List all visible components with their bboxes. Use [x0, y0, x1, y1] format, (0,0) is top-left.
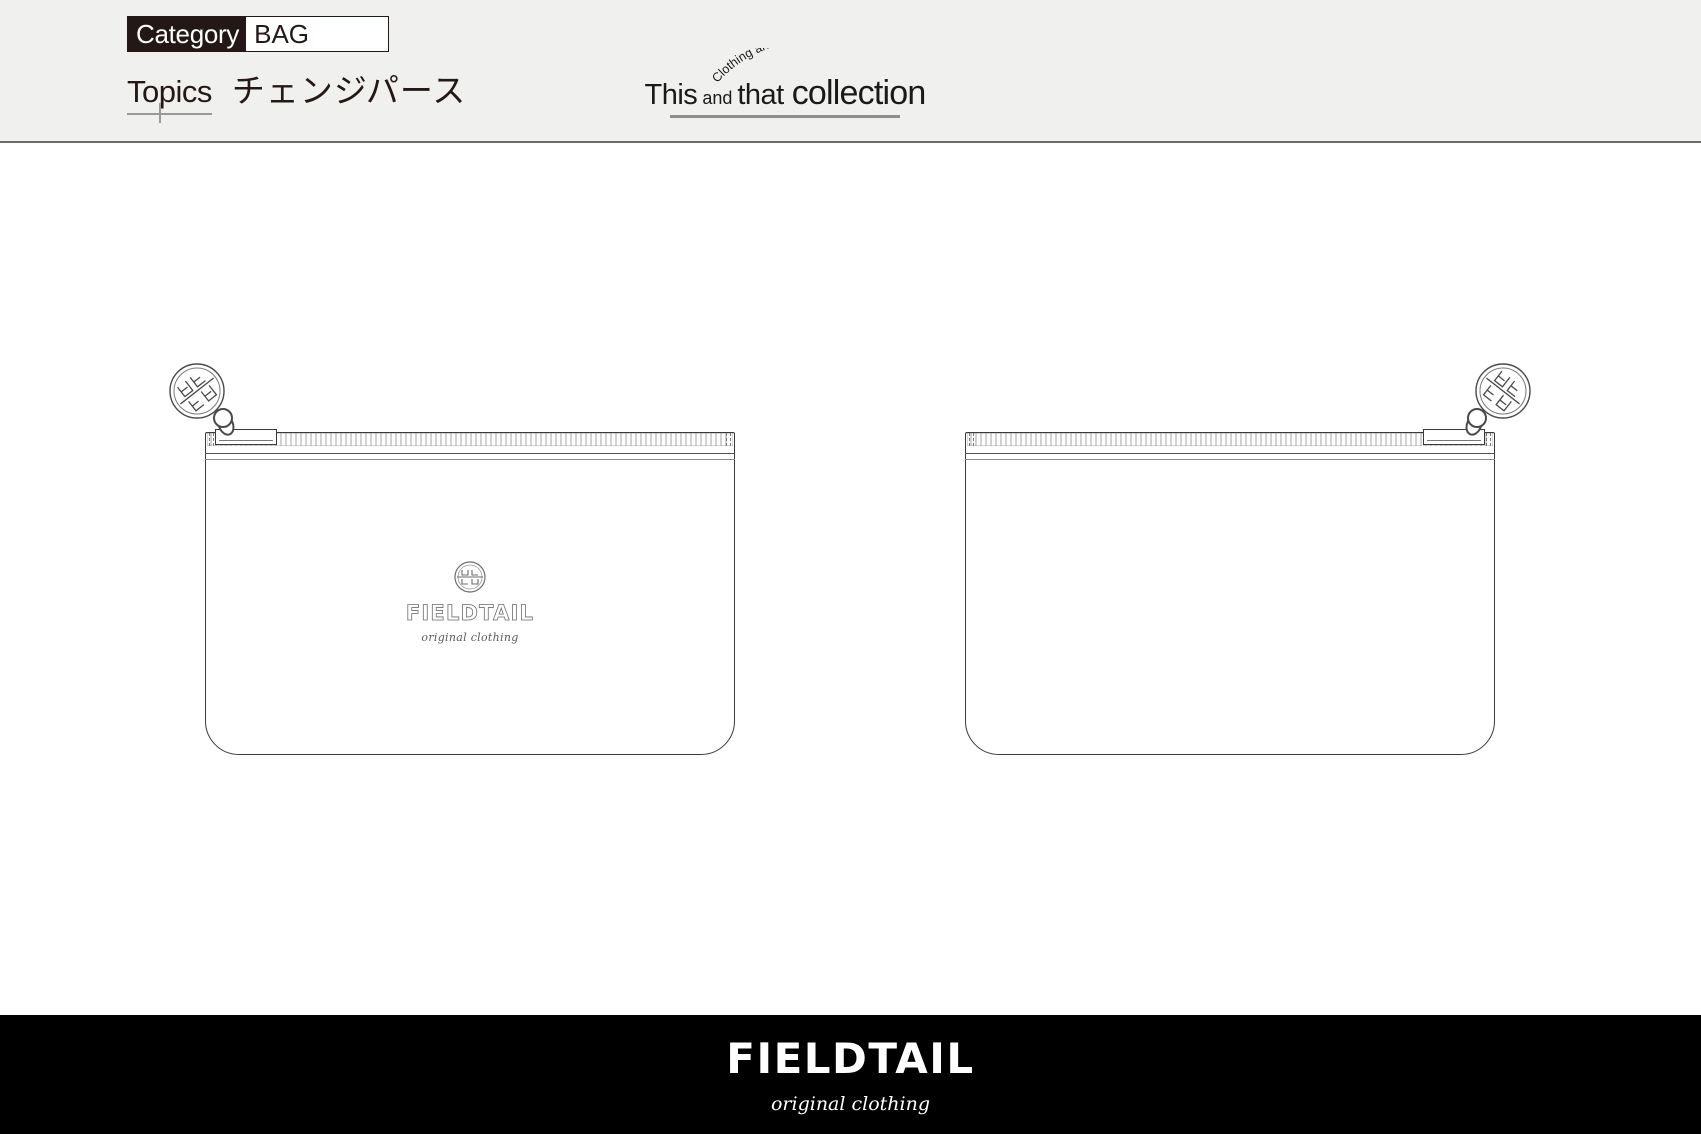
zipper-stop-right-back [1486, 433, 1491, 446]
zipper-seam-back [965, 459, 1495, 460]
page-header: Category BAG Topics チェンジパース Clothing and… [0, 0, 1701, 143]
topics-label: Topics [127, 74, 212, 123]
footer-brand: FIELDTAIL [726, 1034, 975, 1083]
front-print-group: FIELDTAIL original clothing [370, 560, 570, 644]
fieldtail-monogram-emblem-icon [454, 561, 486, 593]
collection-brand-logo: Clothing and accessories This and that c… [645, 48, 926, 118]
zipper-stop-left-front [209, 433, 214, 446]
zipper-teeth-back [967, 433, 1493, 446]
zipper-tape-back [965, 432, 1495, 454]
product-illustration-front: FIELDTAIL original clothing [169, 363, 735, 755]
category-row: Category BAG [127, 16, 389, 52]
category-value: BAG [246, 16, 389, 52]
charm-ring-front [213, 408, 233, 428]
spec-sheet-page: Category BAG Topics チェンジパース Clothing and… [0, 0, 1701, 1134]
pouch-body-back [965, 432, 1495, 755]
front-print-wordmark: FIELDTAIL [405, 601, 535, 626]
zipper-tape-front [205, 432, 735, 454]
brand-word-this: This [644, 79, 698, 111]
brand-word-collection: collection [791, 74, 927, 112]
zipper-stop-right-front [726, 433, 731, 446]
brand-word-and: and [702, 88, 733, 108]
brand-word-that: that [737, 79, 784, 111]
front-print-tagline: original clothing [421, 631, 519, 644]
topics-value: チェンジパース [231, 72, 467, 109]
zipper-teeth-front [207, 433, 733, 446]
category-label: Category [127, 16, 247, 52]
artboard: FIELDTAIL original clothing [0, 143, 1701, 1015]
header-title-block: Category BAG Topics チェンジパース [127, 16, 467, 123]
brand-wordmark: This and that collection [645, 74, 926, 118]
charm-ring-back [1467, 408, 1487, 428]
page-footer: FIELDTAIL original clothing [0, 1015, 1701, 1134]
product-illustration-back [965, 363, 1531, 755]
topics-row: Topics チェンジパース [127, 64, 467, 123]
zipper-stop-left-back [969, 433, 974, 446]
zipper-seam-front [205, 459, 735, 460]
footer-tagline: original clothing [770, 1093, 931, 1115]
